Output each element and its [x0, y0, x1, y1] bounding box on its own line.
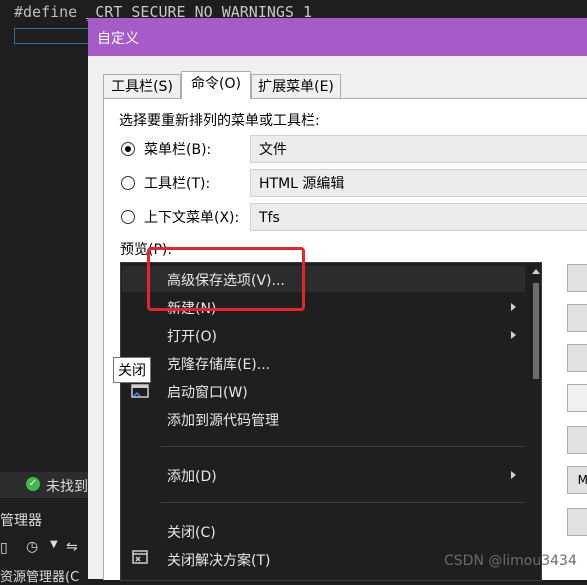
side-button[interactable] [567, 344, 587, 372]
close-tooltip: 关闭 [113, 357, 151, 383]
menu-separator [161, 502, 525, 503]
toolbar-label: 工具栏(T): [144, 176, 211, 192]
list-item-start-window[interactable]: 启动窗口(W) [167, 382, 248, 402]
side-button[interactable] [567, 304, 587, 332]
bottom-tab[interactable]: 资源管理器(C [0, 566, 79, 585]
scrollbar-thumb[interactable] [533, 283, 539, 379]
side-button[interactable] [567, 508, 587, 536]
list-item-close[interactable]: 关闭(C) [167, 522, 216, 542]
watermark: CSDN @limou3434 [444, 553, 577, 569]
scroll-up-icon[interactable] [532, 269, 540, 274]
list-item-open[interactable]: 打开(O) [167, 326, 217, 346]
status-strip: ✓ 未找到 [0, 472, 90, 498]
close-solution-icon [131, 549, 149, 565]
side-button[interactable]: M [567, 466, 587, 494]
submenu-arrow-icon [511, 331, 516, 339]
dialog-title: 自定义 [97, 31, 139, 47]
submenu-arrow-icon [511, 471, 516, 479]
menubar-select[interactable]: 文件 [250, 135, 587, 163]
list-item-close-solution[interactable]: 关闭解决方案(T) [167, 550, 270, 570]
preview-scrollbar[interactable] [532, 265, 540, 578]
side-button-label: M [577, 473, 587, 487]
tab-commands[interactable]: 命令(O) [181, 71, 251, 99]
status-text: 未找到 [46, 479, 88, 495]
choose-label: 选择要重新排列的菜单或工具栏: [119, 113, 320, 129]
history-icon[interactable]: ◷ [26, 539, 38, 555]
context-menu-label: 上下文菜单(X): [144, 210, 240, 226]
list-item-add-to-source-control[interactable]: 添加到源代码管理 [167, 410, 279, 430]
side-button[interactable] [567, 426, 587, 454]
editor-caret-box [14, 28, 96, 44]
list-item-add[interactable]: 添加(D) [167, 466, 217, 486]
start-window-icon [131, 383, 149, 399]
side-button[interactable] [567, 264, 587, 292]
code-keyword: #define [14, 3, 87, 21]
check-icon: ✓ [26, 477, 40, 491]
tab-extension-menus[interactable]: 扩展菜单(E) [251, 74, 341, 99]
radio-toolbar[interactable] [121, 176, 135, 190]
toolbar-select[interactable]: HTML 源编辑 [250, 169, 587, 197]
radio-menubar[interactable] [121, 142, 135, 156]
chevron-down-icon[interactable]: ▼ [50, 539, 58, 550]
submenu-arrow-icon [511, 303, 516, 311]
toolbar-edge-icon[interactable]: ▯ [0, 540, 8, 556]
side-button[interactable] [567, 384, 587, 412]
menu-separator [161, 446, 525, 447]
list-item-clone-repo[interactable]: 克隆存储库(E)... [167, 354, 270, 374]
menubar-label: 菜单栏(B): [144, 142, 212, 158]
manager-label: 管理器 [0, 513, 42, 529]
radio-context-menu[interactable] [121, 210, 135, 224]
dialog-titlebar[interactable]: 自定义 [88, 18, 587, 56]
context-menu-select[interactable]: Tfs [250, 203, 587, 231]
tab-toolbars[interactable]: 工具栏(S) [103, 74, 181, 99]
highlight-box [147, 247, 305, 311]
swap-icon[interactable]: ⇋ [66, 539, 78, 555]
mini-toolbar: ▯ ◷ ▼ ⇋ [0, 536, 90, 562]
